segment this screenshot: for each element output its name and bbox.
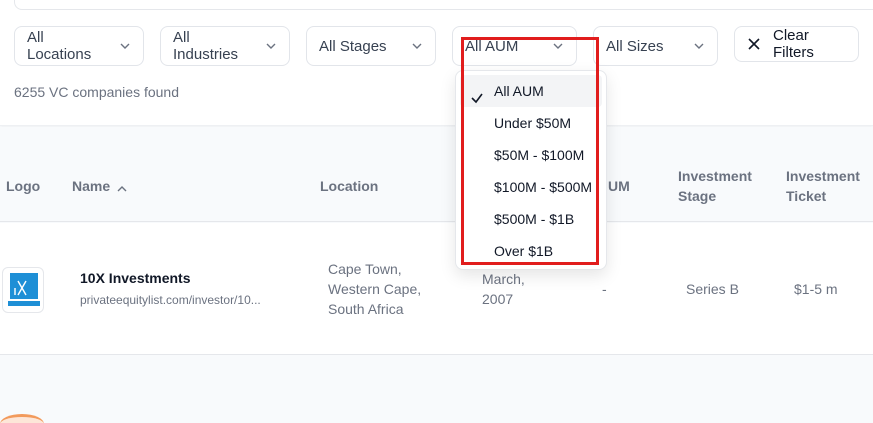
avatar (0, 414, 44, 423)
filter-panel: All Locations All Industries All Stages … (0, 0, 873, 126)
column-header-location: Location (320, 178, 379, 194)
location-line: Western Cape, (328, 281, 422, 297)
chevron-down-icon (411, 40, 423, 52)
dropdown-option-over-1b[interactable]: Over $1B (460, 235, 602, 267)
stages-filter-label: All Stages (319, 37, 387, 55)
dropdown-option-label: $100M - $500M (494, 179, 593, 195)
company-url[interactable]: privateequitylist.com/investor/10... (80, 293, 280, 307)
company-name[interactable]: 10X Investments (80, 270, 191, 286)
dropdown-option-50m-100m[interactable]: $50M - $100M (460, 139, 602, 171)
chevron-up-icon (116, 180, 128, 192)
results-count: 6255 VC companies found (14, 84, 179, 100)
chevron-down-icon (552, 40, 564, 52)
dropdown-option-label: Over $1B (494, 243, 554, 259)
search-input[interactable] (14, 0, 873, 10)
founded-cell: March, 2007 (482, 269, 525, 309)
aum-cell: - (602, 281, 607, 297)
chevron-down-icon (265, 40, 277, 52)
clear-filters-button[interactable]: Clear Filters (734, 26, 859, 62)
column-header-ticket-line2: Ticket (786, 188, 827, 204)
aum-dropdown-menu: All AUM Under $50M $50M - $100M $100M - … (455, 70, 607, 270)
dropdown-option-label: $50M - $100M (494, 147, 585, 163)
column-header-name-label: Name (72, 178, 111, 194)
aum-filter[interactable]: All AUM (452, 26, 577, 66)
dropdown-option-label: Under $50M (494, 115, 572, 131)
location-line: South Africa (328, 301, 404, 317)
dropdown-option-500m-1b[interactable]: $500M - $1B (460, 203, 602, 235)
founded-line: 2007 (482, 291, 514, 307)
column-header-stage-line1: Investment (678, 168, 752, 184)
sizes-filter[interactable]: All Sizes (593, 26, 718, 66)
clear-filters-label: Clear Filters (773, 27, 814, 61)
location-line: Cape Town, (328, 261, 402, 277)
locations-filter[interactable]: All Locations (14, 26, 144, 66)
ticket-cell: $1-5 m (794, 281, 838, 297)
locations-filter-label: All Locations (27, 29, 92, 63)
company-logo (2, 267, 44, 313)
location-cell: Cape Town, Western Cape, South Africa (328, 259, 421, 319)
column-header-stage: Investment Stage (678, 166, 752, 206)
column-header-aum: UM (608, 178, 630, 194)
column-header-logo: Logo (6, 178, 41, 194)
stages-filter[interactable]: All Stages (306, 26, 436, 66)
dropdown-option-100m-500m[interactable]: $100M - $500M (460, 171, 602, 203)
table-row[interactable]: 10X Investments privateequitylist.com/in… (0, 223, 873, 355)
column-header-stage-line2: Stage (678, 188, 717, 204)
check-icon (470, 84, 484, 104)
sizes-filter-label: All Sizes (606, 37, 664, 55)
column-header-ticket-line1: Investment (786, 168, 860, 184)
dropdown-option-all-aum[interactable]: All AUM (460, 75, 602, 107)
industries-filter-label: All Industries (173, 29, 239, 63)
aum-filter-label: All AUM (465, 37, 519, 55)
industries-filter[interactable]: All Industries (160, 26, 290, 66)
column-header-ticket: Investment Ticket (786, 166, 860, 206)
dropdown-option-under-50m[interactable]: Under $50M (460, 107, 602, 139)
close-icon (747, 37, 761, 51)
column-header-name[interactable]: Name (72, 176, 128, 196)
table-header: Logo Name Location UM Investment Stage I… (0, 127, 873, 222)
dropdown-option-label: $500M - $1B (494, 211, 575, 227)
dropdown-option-label: All AUM (494, 83, 544, 99)
chevron-down-icon (119, 40, 131, 52)
founded-line: March, (482, 271, 525, 287)
chevron-down-icon (693, 40, 705, 52)
stage-cell: Series B (686, 281, 739, 297)
